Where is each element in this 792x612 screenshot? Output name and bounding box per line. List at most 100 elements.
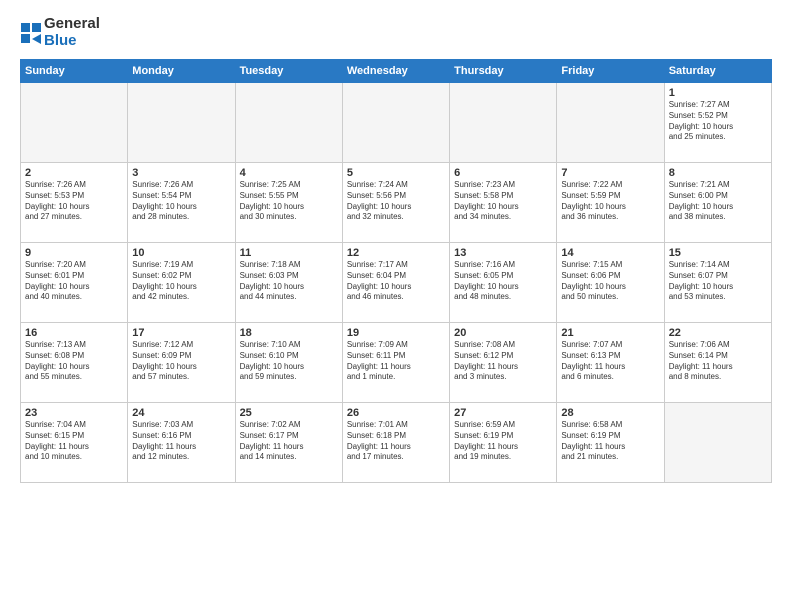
calendar-cell: 10Sunrise: 7:19 AM Sunset: 6:02 PM Dayli… (128, 243, 235, 323)
day-info: Sunrise: 7:03 AM Sunset: 6:16 PM Dayligh… (132, 420, 230, 463)
day-number: 19 (347, 327, 445, 339)
day-info: Sunrise: 7:24 AM Sunset: 5:56 PM Dayligh… (347, 180, 445, 223)
calendar-cell: 1Sunrise: 7:27 AM Sunset: 5:52 PM Daylig… (664, 83, 771, 163)
day-info: Sunrise: 7:25 AM Sunset: 5:55 PM Dayligh… (240, 180, 338, 223)
day-info: Sunrise: 7:12 AM Sunset: 6:09 PM Dayligh… (132, 340, 230, 383)
calendar-cell (664, 403, 771, 483)
day-info: Sunrise: 7:22 AM Sunset: 5:59 PM Dayligh… (561, 180, 659, 223)
day-info: Sunrise: 7:21 AM Sunset: 6:00 PM Dayligh… (669, 180, 767, 223)
day-number: 5 (347, 167, 445, 179)
col-header-friday: Friday (557, 60, 664, 83)
day-number: 17 (132, 327, 230, 339)
day-info: Sunrise: 7:26 AM Sunset: 5:53 PM Dayligh… (25, 180, 123, 223)
calendar-cell: 19Sunrise: 7:09 AM Sunset: 6:11 PM Dayli… (342, 323, 449, 403)
day-info: Sunrise: 7:20 AM Sunset: 6:01 PM Dayligh… (25, 260, 123, 303)
day-number: 24 (132, 407, 230, 419)
day-number: 15 (669, 247, 767, 259)
logo-blue: Blue (44, 33, 100, 50)
day-number: 26 (347, 407, 445, 419)
calendar-cell: 13Sunrise: 7:16 AM Sunset: 6:05 PM Dayli… (450, 243, 557, 323)
day-info: Sunrise: 7:17 AM Sunset: 6:04 PM Dayligh… (347, 260, 445, 303)
calendar-cell (21, 83, 128, 163)
day-info: Sunrise: 7:19 AM Sunset: 6:02 PM Dayligh… (132, 260, 230, 303)
day-number: 1 (669, 87, 767, 99)
day-number: 8 (669, 167, 767, 179)
day-info: Sunrise: 7:26 AM Sunset: 5:54 PM Dayligh… (132, 180, 230, 223)
day-info: Sunrise: 7:27 AM Sunset: 5:52 PM Dayligh… (669, 100, 767, 143)
col-header-monday: Monday (128, 60, 235, 83)
calendar-cell: 17Sunrise: 7:12 AM Sunset: 6:09 PM Dayli… (128, 323, 235, 403)
day-number: 27 (454, 407, 552, 419)
calendar-cell: 7Sunrise: 7:22 AM Sunset: 5:59 PM Daylig… (557, 163, 664, 243)
calendar-cell: 15Sunrise: 7:14 AM Sunset: 6:07 PM Dayli… (664, 243, 771, 323)
day-info: Sunrise: 7:15 AM Sunset: 6:06 PM Dayligh… (561, 260, 659, 303)
col-header-sunday: Sunday (21, 60, 128, 83)
day-number: 6 (454, 167, 552, 179)
calendar-cell: 5Sunrise: 7:24 AM Sunset: 5:56 PM Daylig… (342, 163, 449, 243)
day-info: Sunrise: 7:18 AM Sunset: 6:03 PM Dayligh… (240, 260, 338, 303)
calendar-cell: 2Sunrise: 7:26 AM Sunset: 5:53 PM Daylig… (21, 163, 128, 243)
day-number: 12 (347, 247, 445, 259)
logo: General Blue (20, 16, 100, 49)
calendar-cell: 6Sunrise: 7:23 AM Sunset: 5:58 PM Daylig… (450, 163, 557, 243)
calendar-cell: 14Sunrise: 7:15 AM Sunset: 6:06 PM Dayli… (557, 243, 664, 323)
day-info: Sunrise: 7:09 AM Sunset: 6:11 PM Dayligh… (347, 340, 445, 383)
calendar-cell: 8Sunrise: 7:21 AM Sunset: 6:00 PM Daylig… (664, 163, 771, 243)
day-info: Sunrise: 7:16 AM Sunset: 6:05 PM Dayligh… (454, 260, 552, 303)
calendar-cell (557, 83, 664, 163)
day-number: 4 (240, 167, 338, 179)
day-info: Sunrise: 7:23 AM Sunset: 5:58 PM Dayligh… (454, 180, 552, 223)
day-info: Sunrise: 7:01 AM Sunset: 6:18 PM Dayligh… (347, 420, 445, 463)
col-header-thursday: Thursday (450, 60, 557, 83)
calendar-cell (128, 83, 235, 163)
day-info: Sunrise: 7:13 AM Sunset: 6:08 PM Dayligh… (25, 340, 123, 383)
day-number: 11 (240, 247, 338, 259)
calendar-cell: 25Sunrise: 7:02 AM Sunset: 6:17 PM Dayli… (235, 403, 342, 483)
day-number: 21 (561, 327, 659, 339)
calendar-cell: 23Sunrise: 7:04 AM Sunset: 6:15 PM Dayli… (21, 403, 128, 483)
day-info: Sunrise: 7:04 AM Sunset: 6:15 PM Dayligh… (25, 420, 123, 463)
day-info: Sunrise: 6:59 AM Sunset: 6:19 PM Dayligh… (454, 420, 552, 463)
day-number: 7 (561, 167, 659, 179)
page: General Blue SundayMondayTuesdayWednesda… (0, 0, 792, 612)
calendar-cell: 9Sunrise: 7:20 AM Sunset: 6:01 PM Daylig… (21, 243, 128, 323)
day-number: 9 (25, 247, 123, 259)
calendar-cell: 28Sunrise: 6:58 AM Sunset: 6:19 PM Dayli… (557, 403, 664, 483)
calendar-cell: 27Sunrise: 6:59 AM Sunset: 6:19 PM Dayli… (450, 403, 557, 483)
calendar-cell: 20Sunrise: 7:08 AM Sunset: 6:12 PM Dayli… (450, 323, 557, 403)
day-number: 3 (132, 167, 230, 179)
day-number: 23 (25, 407, 123, 419)
calendar: SundayMondayTuesdayWednesdayThursdayFrid… (20, 59, 772, 483)
calendar-cell: 24Sunrise: 7:03 AM Sunset: 6:16 PM Dayli… (128, 403, 235, 483)
calendar-cell: 16Sunrise: 7:13 AM Sunset: 6:08 PM Dayli… (21, 323, 128, 403)
calendar-cell: 12Sunrise: 7:17 AM Sunset: 6:04 PM Dayli… (342, 243, 449, 323)
day-info: Sunrise: 7:02 AM Sunset: 6:17 PM Dayligh… (240, 420, 338, 463)
calendar-cell: 22Sunrise: 7:06 AM Sunset: 6:14 PM Dayli… (664, 323, 771, 403)
calendar-cell: 26Sunrise: 7:01 AM Sunset: 6:18 PM Dayli… (342, 403, 449, 483)
day-info: Sunrise: 7:06 AM Sunset: 6:14 PM Dayligh… (669, 340, 767, 383)
calendar-week-2: 9Sunrise: 7:20 AM Sunset: 6:01 PM Daylig… (21, 243, 772, 323)
calendar-cell (450, 83, 557, 163)
day-number: 14 (561, 247, 659, 259)
header: General Blue (20, 16, 772, 49)
calendar-week-0: 1Sunrise: 7:27 AM Sunset: 5:52 PM Daylig… (21, 83, 772, 163)
day-number: 13 (454, 247, 552, 259)
calendar-header-row: SundayMondayTuesdayWednesdayThursdayFrid… (21, 60, 772, 83)
day-number: 2 (25, 167, 123, 179)
calendar-week-4: 23Sunrise: 7:04 AM Sunset: 6:15 PM Dayli… (21, 403, 772, 483)
day-number: 25 (240, 407, 338, 419)
day-number: 16 (25, 327, 123, 339)
day-info: Sunrise: 7:08 AM Sunset: 6:12 PM Dayligh… (454, 340, 552, 383)
logo-icon (20, 22, 42, 44)
calendar-cell (235, 83, 342, 163)
calendar-cell (342, 83, 449, 163)
calendar-cell: 3Sunrise: 7:26 AM Sunset: 5:54 PM Daylig… (128, 163, 235, 243)
calendar-week-1: 2Sunrise: 7:26 AM Sunset: 5:53 PM Daylig… (21, 163, 772, 243)
day-number: 18 (240, 327, 338, 339)
logo-general: General (44, 16, 100, 33)
col-header-wednesday: Wednesday (342, 60, 449, 83)
col-header-saturday: Saturday (664, 60, 771, 83)
calendar-week-3: 16Sunrise: 7:13 AM Sunset: 6:08 PM Dayli… (21, 323, 772, 403)
day-number: 10 (132, 247, 230, 259)
day-info: Sunrise: 6:58 AM Sunset: 6:19 PM Dayligh… (561, 420, 659, 463)
